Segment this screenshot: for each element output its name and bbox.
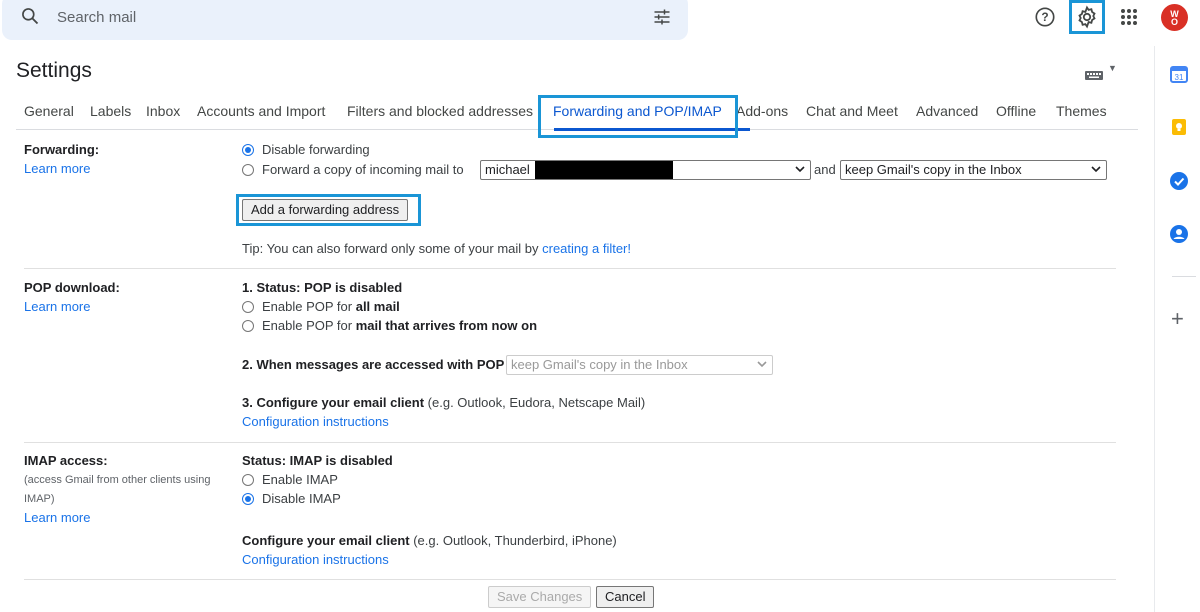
tab-advanced[interactable]: Advanced	[916, 103, 978, 119]
forwarding-label: Forwarding:	[24, 142, 100, 157]
pop-configure-rest: (e.g. Outlook, Eudora, Netscape Mail)	[427, 395, 646, 410]
forwarding-learn-more-link[interactable]: Learn more	[24, 161, 90, 176]
disable-forwarding-label: Disable forwarding	[262, 142, 370, 157]
add-addon-icon[interactable]: +	[1171, 308, 1184, 330]
side-panel: 31 +	[1154, 46, 1200, 612]
imap-config-instructions-link[interactable]: Configuration instructions	[242, 552, 389, 567]
forwarding-keep-value: keep Gmail's copy in the Inbox	[845, 162, 1022, 177]
search-bar[interactable]: Search mail	[2, 0, 688, 40]
save-changes-button[interactable]: Save Changes	[488, 586, 592, 608]
cancel-button[interactable]: Cancel	[596, 586, 655, 608]
forward-copy-radio[interactable]	[242, 163, 254, 176]
imap-configure-bold: Configure your email client	[242, 533, 410, 548]
pop-from-now-option[interactable]: Enable POP for mail that arrives from no…	[242, 318, 537, 333]
svg-text:?: ?	[1041, 10, 1048, 24]
imap-status: Status: IMAP is disabled	[242, 453, 393, 468]
search-options-icon[interactable]	[652, 7, 672, 32]
tip-text: Tip: You can also forward only some of y…	[242, 241, 539, 256]
tab-themes[interactable]: Themes	[1056, 103, 1107, 119]
forwarding-tip: Tip: You can also forward only some of y…	[242, 241, 631, 256]
chevron-down-icon	[1090, 163, 1102, 178]
apps-grid-icon[interactable]	[1117, 5, 1141, 29]
search-icon[interactable]	[20, 6, 40, 31]
forward-copy-option[interactable]: Forward a copy of incoming mail to	[242, 162, 464, 177]
imap-note: (access Gmail from other clients using I…	[24, 474, 211, 505]
tasks-icon[interactable]	[1169, 171, 1189, 191]
pop-accessed-label: 2. When messages are accessed with POP	[242, 357, 505, 372]
pop-all-prefix: Enable POP for	[262, 299, 353, 314]
tab-add-ons[interactable]: Add-ons	[736, 103, 788, 119]
redaction-bar	[535, 161, 673, 179]
pop-all-mail-option[interactable]: Enable POP for all mail	[242, 299, 400, 314]
disable-imap-radio[interactable]	[242, 492, 254, 505]
disable-imap-label: Disable IMAP	[262, 491, 341, 506]
tab-highlight	[538, 95, 738, 138]
enable-imap-option[interactable]: Enable IMAP	[242, 472, 338, 487]
pop-now-prefix: Enable POP for	[262, 318, 353, 333]
calendar-icon[interactable]: 31	[1169, 64, 1189, 84]
section-divider	[24, 442, 1116, 443]
pop-all-bold: all mail	[355, 299, 400, 314]
forward-copy-label: Forward a copy of incoming mail to	[262, 162, 464, 177]
pop-accessed-select[interactable]: keep Gmail's copy in the Inbox	[506, 355, 773, 375]
contacts-icon[interactable]	[1169, 224, 1189, 244]
pop-configure: 3. Configure your email client (e.g. Out…	[242, 395, 645, 410]
side-panel-divider	[1172, 276, 1196, 277]
disable-forwarding-radio[interactable]	[242, 143, 254, 156]
imap-access-label: IMAP access:	[24, 453, 108, 468]
pop-configure-bold: 3. Configure your email client	[242, 395, 425, 410]
tab-filters[interactable]: Filters and blocked addresses	[347, 103, 533, 119]
forwarding-keep-select[interactable]: keep Gmail's copy in the Inbox	[840, 160, 1107, 180]
gear-icon[interactable]	[1075, 5, 1099, 29]
pop-download-label: POP download:	[24, 280, 120, 295]
search-input[interactable]: Search mail	[57, 9, 136, 26]
avatar-text-bottom: O	[1170, 16, 1178, 27]
pop-from-now-radio[interactable]	[242, 319, 254, 332]
tab-offline[interactable]: Offline	[996, 103, 1036, 119]
imap-configure-rest: (e.g. Outlook, Thunderbird, iPhone)	[413, 533, 617, 548]
imap-configure: Configure your email client (e.g. Outloo…	[242, 533, 617, 548]
tab-general[interactable]: General	[24, 103, 74, 119]
forwarding-address-value: michael	[485, 162, 530, 177]
tab-accounts-and-import[interactable]: Accounts and Import	[197, 103, 325, 119]
disable-imap-option[interactable]: Disable IMAP	[242, 491, 341, 506]
chevron-down-icon	[756, 358, 768, 373]
avatar[interactable]: W O	[1161, 4, 1188, 31]
pop-status: 1. Status: POP is disabled	[242, 280, 403, 295]
section-divider	[24, 579, 1116, 580]
pop-accessed-value: keep Gmail's copy in the Inbox	[511, 357, 688, 372]
pop-now-bold: mail that arrives from now on	[355, 318, 538, 333]
top-bar: Search mail ? W O	[0, 0, 1200, 46]
chevron-down-icon	[794, 163, 806, 178]
page-title: Settings	[16, 59, 92, 82]
enable-imap-label: Enable IMAP	[262, 472, 338, 487]
imap-learn-more-link[interactable]: Learn more	[24, 510, 90, 525]
svg-text:31: 31	[1175, 73, 1184, 82]
and-text: and	[814, 162, 836, 177]
creating-filter-link[interactable]: creating a filter!	[542, 241, 631, 256]
keep-icon[interactable]	[1169, 117, 1189, 137]
disable-forwarding-option[interactable]: Disable forwarding	[242, 142, 370, 157]
enable-imap-radio[interactable]	[242, 473, 254, 486]
keyboard-icon[interactable]	[1085, 67, 1103, 85]
pop-config-instructions-link[interactable]: Configuration instructions	[242, 414, 389, 429]
tab-labels[interactable]: Labels	[90, 103, 131, 119]
pop-all-mail-radio[interactable]	[242, 300, 254, 313]
section-divider	[24, 268, 1116, 269]
help-icon[interactable]: ?	[1033, 5, 1057, 29]
tab-chat-and-meet[interactable]: Chat and Meet	[806, 103, 898, 119]
tab-inbox[interactable]: Inbox	[146, 103, 180, 119]
pop-learn-more-link[interactable]: Learn more	[24, 299, 90, 314]
chevron-down-icon[interactable]: ▼	[1108, 63, 1117, 73]
add-forwarding-address-button[interactable]: Add a forwarding address	[242, 199, 409, 221]
